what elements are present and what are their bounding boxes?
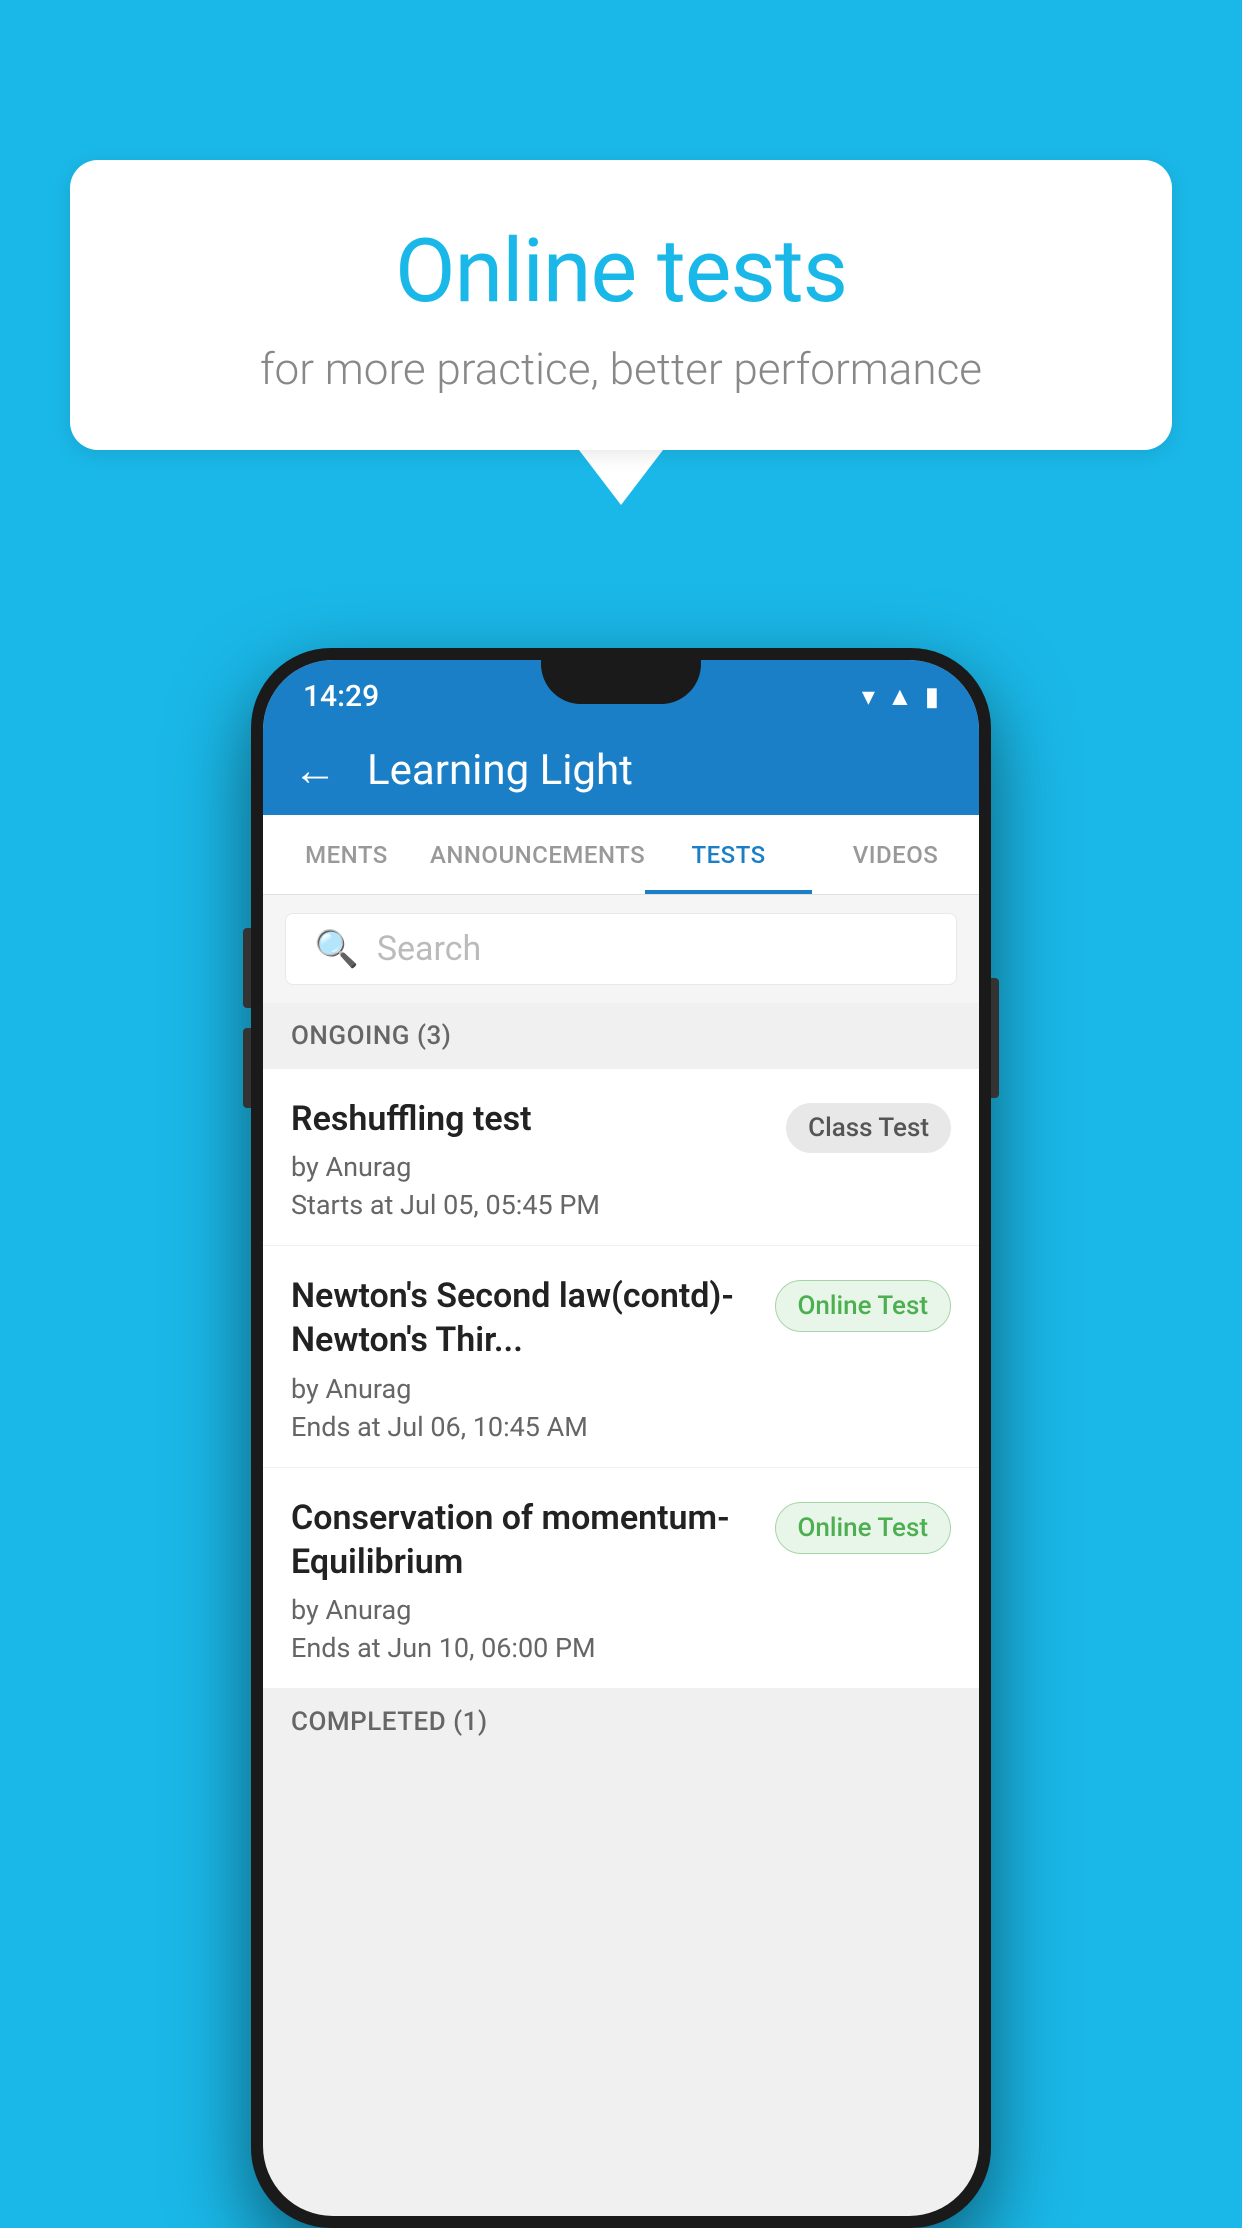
app-header: ← Learning Light [263,725,979,815]
search-bar[interactable]: 🔍 Search [285,913,957,985]
test-item-newtons[interactable]: Newton's Second law(contd)-Newton's Thir… [263,1246,979,1467]
back-button[interactable]: ← [293,748,337,792]
tab-ments[interactable]: MENTS [263,815,430,894]
phone-notch [541,660,701,704]
search-placeholder: Search [377,929,481,969]
battery-icon: ▮ [925,682,939,712]
power-button[interactable] [991,978,999,1098]
wifi-icon: ▾ [862,682,875,712]
test-date-conservation: Ends at Jun 10, 06:00 PM [291,1632,759,1664]
search-container: 🔍 Search [263,895,979,1003]
test-author-newtons: by Anurag [291,1373,759,1405]
ongoing-section-header: ONGOING (3) [263,1003,979,1069]
status-time: 14:29 [303,679,379,714]
speech-bubble-arrow [579,450,663,505]
test-info-newtons: Newton's Second law(contd)-Newton's Thir… [291,1274,759,1442]
test-item-conservation[interactable]: Conservation of momentum-Equilibrium by … [263,1468,979,1689]
tabs-bar: MENTS ANNOUNCEMENTS TESTS VIDEOS [263,815,979,895]
completed-section-header: COMPLETED (1) [263,1689,979,1755]
app-title: Learning Light [367,746,633,795]
volume-down-button[interactable] [243,1028,251,1108]
phone-frame: 14:29 ▾ ▲ ▮ ← Learning Light MENTS ANNOU… [251,648,991,2228]
test-info-conservation: Conservation of momentum-Equilibrium by … [291,1496,759,1664]
test-date-newtons: Ends at Jul 06, 10:45 AM [291,1411,759,1443]
tab-tests[interactable]: TESTS [645,815,812,894]
test-badge-reshuffling: Class Test [786,1103,951,1153]
test-author-reshuffling: by Anurag [291,1151,770,1183]
test-name-conservation: Conservation of momentum-Equilibrium [291,1496,759,1584]
phone-screen: 14:29 ▾ ▲ ▮ ← Learning Light MENTS ANNOU… [263,660,979,2216]
signal-icon: ▲ [887,681,913,712]
speech-bubble-title: Online tests [150,220,1092,323]
test-name-reshuffling: Reshuffling test [291,1097,770,1141]
speech-bubble-subtitle: for more practice, better performance [150,343,1092,395]
test-item-reshuffling[interactable]: Reshuffling test by Anurag Starts at Jul… [263,1069,979,1246]
search-icon: 🔍 [314,928,359,970]
tab-announcements[interactable]: ANNOUNCEMENTS [430,815,645,894]
test-name-newtons: Newton's Second law(contd)-Newton's Thir… [291,1274,759,1362]
test-badge-newtons: Online Test [775,1280,952,1332]
test-info-reshuffling: Reshuffling test by Anurag Starts at Jul… [291,1097,770,1221]
test-author-conservation: by Anurag [291,1594,759,1626]
tests-list: Reshuffling test by Anurag Starts at Jul… [263,1069,979,1689]
status-icons: ▾ ▲ ▮ [862,681,939,712]
speech-bubble-container: Online tests for more practice, better p… [70,160,1172,505]
speech-bubble: Online tests for more practice, better p… [70,160,1172,450]
test-date-reshuffling: Starts at Jul 05, 05:45 PM [291,1189,770,1221]
volume-up-button[interactable] [243,928,251,1008]
test-badge-conservation: Online Test [775,1502,952,1554]
tab-videos[interactable]: VIDEOS [812,815,979,894]
